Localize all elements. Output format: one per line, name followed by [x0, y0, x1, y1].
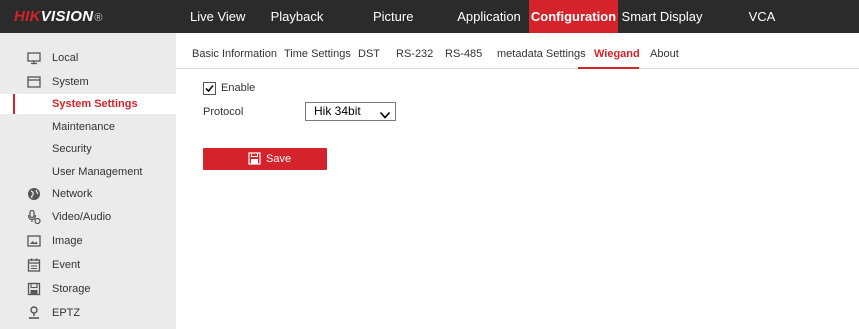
tab-basic-information[interactable]: Basic Information: [192, 48, 277, 60]
tab-time-settings[interactable]: Time Settings: [284, 48, 351, 60]
sidebar-item-label: EPTZ: [52, 307, 81, 319]
sidebar-item-label: Image: [52, 235, 83, 247]
sidebar-item-label: Video/Audio: [52, 211, 112, 223]
active-indicator: [13, 94, 15, 114]
nav-live-view[interactable]: Live View: [190, 0, 245, 33]
save-button-label: Save: [266, 153, 292, 165]
sidebar-item-security[interactable]: Security: [0, 139, 176, 159]
enable-checkbox[interactable]: [203, 82, 216, 95]
tab-metadata-settings[interactable]: metadata Settings: [497, 48, 586, 60]
sidebar: Local System System Settings Maintenance…: [0, 33, 176, 329]
video-audio-icon: [26, 209, 42, 225]
nav-configuration[interactable]: Configuration: [529, 0, 618, 33]
sidebar-item-label: System Settings: [52, 98, 138, 110]
nav-playback[interactable]: Playback: [270, 0, 324, 33]
protocol-label: Protocol: [203, 106, 244, 118]
sidebar-item-label: Network: [52, 188, 93, 200]
system-icon: [26, 74, 42, 90]
person-icon: [26, 305, 42, 321]
storage-icon: [26, 281, 42, 297]
globe-icon: [26, 186, 42, 202]
sidebar-item-label: Event: [52, 259, 81, 271]
sidebar-item-label: Security: [52, 143, 92, 155]
enable-label: Enable: [221, 82, 256, 94]
protocol-select[interactable]: Hik 34bit: [305, 102, 396, 121]
sidebar-item-label: Storage: [52, 283, 91, 295]
sidebar-item-network[interactable]: Network: [0, 184, 176, 204]
chevron-down-icon: [379, 107, 391, 125]
sidebar-item-local[interactable]: Local: [0, 48, 176, 68]
sidebar-item-label: User Management: [52, 166, 143, 178]
tab-wiegand[interactable]: Wiegand: [594, 48, 640, 60]
save-button[interactable]: Save: [203, 148, 327, 170]
tab-rs-232[interactable]: RS-232: [396, 48, 433, 60]
sidebar-item-image[interactable]: Image: [0, 231, 176, 251]
calendar-icon: [26, 257, 42, 273]
sidebar-item-label: Local: [52, 52, 79, 64]
tab-rs-485[interactable]: RS-485: [445, 48, 482, 60]
sidebar-item-storage[interactable]: Storage: [0, 279, 176, 299]
sidebar-item-label: Maintenance: [52, 121, 115, 133]
tab-about[interactable]: About: [650, 48, 679, 60]
settings-tabs: Basic Information Time Settings DST RS-2…: [176, 33, 859, 69]
sidebar-item-video-audio[interactable]: Video/Audio: [0, 207, 176, 227]
nav-smart-display[interactable]: Smart Display: [620, 0, 704, 33]
tab-dst[interactable]: DST: [358, 48, 380, 60]
monitor-icon: [26, 50, 42, 66]
top-nav-bar: HIKVISION® Live View Playback Picture Ap…: [0, 0, 859, 33]
sidebar-item-system[interactable]: System: [0, 72, 176, 92]
sidebar-item-user-management[interactable]: User Management: [0, 162, 176, 182]
nav-vca[interactable]: VCA: [747, 0, 777, 33]
nav-application[interactable]: Application: [456, 0, 522, 33]
nav-picture[interactable]: Picture: [373, 0, 413, 33]
save-icon: [248, 152, 261, 170]
sidebar-item-maintenance[interactable]: Maintenance: [0, 117, 176, 137]
sidebar-item-system-settings[interactable]: System Settings: [0, 94, 176, 114]
sidebar-item-label: System: [52, 76, 89, 88]
sidebar-item-event[interactable]: Event: [0, 255, 176, 275]
sidebar-item-eptz[interactable]: EPTZ: [0, 303, 176, 323]
protocol-select-value: Hik 34bit: [314, 104, 361, 118]
image-icon: [26, 233, 42, 249]
wiegand-settings-panel: Enable Protocol Hik 34bit Save: [176, 69, 859, 329]
brand-logo: HIKVISION®: [14, 8, 103, 25]
